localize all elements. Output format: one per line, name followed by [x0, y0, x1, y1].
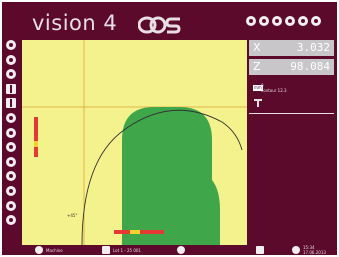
z-value: 98.084: [290, 60, 330, 73]
measurement-canvas[interactable]: +45°: [22, 40, 247, 245]
printer-icon[interactable]: [256, 246, 264, 254]
tool-icon[interactable]: [254, 99, 262, 108]
document-icon[interactable]: [6, 98, 16, 109]
circle-icon[interactable]: [259, 16, 269, 26]
settings-circle-icon[interactable]: [6, 54, 16, 65]
circle-icon[interactable]: [6, 200, 16, 211]
info-icon[interactable]: [177, 246, 185, 254]
z-axis-label: Z: [253, 60, 261, 73]
app-title: vision 4: [32, 11, 118, 35]
globe-icon[interactable]: [298, 16, 308, 26]
close-circle-icon[interactable]: [6, 40, 16, 50]
lot-label: Lot 1 - 25 001: [113, 248, 141, 253]
person-circle-icon[interactable]: [6, 185, 16, 196]
info-line-2: contour 12.3: [261, 88, 287, 93]
user-icon[interactable]: [292, 246, 300, 254]
x-axis-label: X: [253, 41, 261, 54]
status-date: 17.06.2013: [303, 250, 326, 255]
left-level-bar: [34, 117, 38, 157]
lot-icon[interactable]: [102, 246, 110, 254]
app-window: vision 4 +45° X 3.032 Z 98.084 mm 0 cont…: [2, 2, 337, 255]
camera-circle-icon[interactable]: [6, 156, 16, 167]
profile-view: +45°: [22, 40, 247, 245]
x-value: 3.032: [296, 41, 330, 54]
minus-circle-icon[interactable]: [6, 112, 16, 123]
z-readout: Z 98.084: [249, 59, 334, 75]
ocs-logo: [138, 16, 181, 34]
left-toolbar: [6, 40, 16, 226]
top-toolbar: [246, 16, 321, 26]
machine-icon[interactable]: [35, 246, 43, 254]
info-text: 0 contour 12.3: [261, 83, 287, 93]
machine-label: Machine: [46, 248, 63, 253]
measured-profile-shape: [122, 107, 220, 245]
info-circle-icon[interactable]: [6, 171, 16, 182]
record-circle-icon[interactable]: [6, 69, 16, 80]
help-icon[interactable]: [311, 16, 321, 26]
bottom-level-marker: [130, 230, 140, 234]
grid-icon[interactable]: [6, 83, 16, 94]
check-circle-icon[interactable]: [6, 142, 16, 153]
x-readout: X 3.032: [249, 40, 334, 56]
rewind-circle-icon[interactable]: [6, 127, 16, 138]
circle-icon[interactable]: [246, 16, 256, 26]
panel-divider: [249, 113, 334, 114]
search-icon[interactable]: [285, 16, 295, 26]
refresh-circle-icon[interactable]: [6, 215, 16, 226]
gear-icon[interactable]: [272, 16, 282, 26]
angle-label: +45°: [67, 213, 77, 218]
left-level-marker: [34, 141, 38, 147]
status-bar: Machine Lot 1 - 25 001 15:34 17.06.2013: [2, 245, 337, 255]
